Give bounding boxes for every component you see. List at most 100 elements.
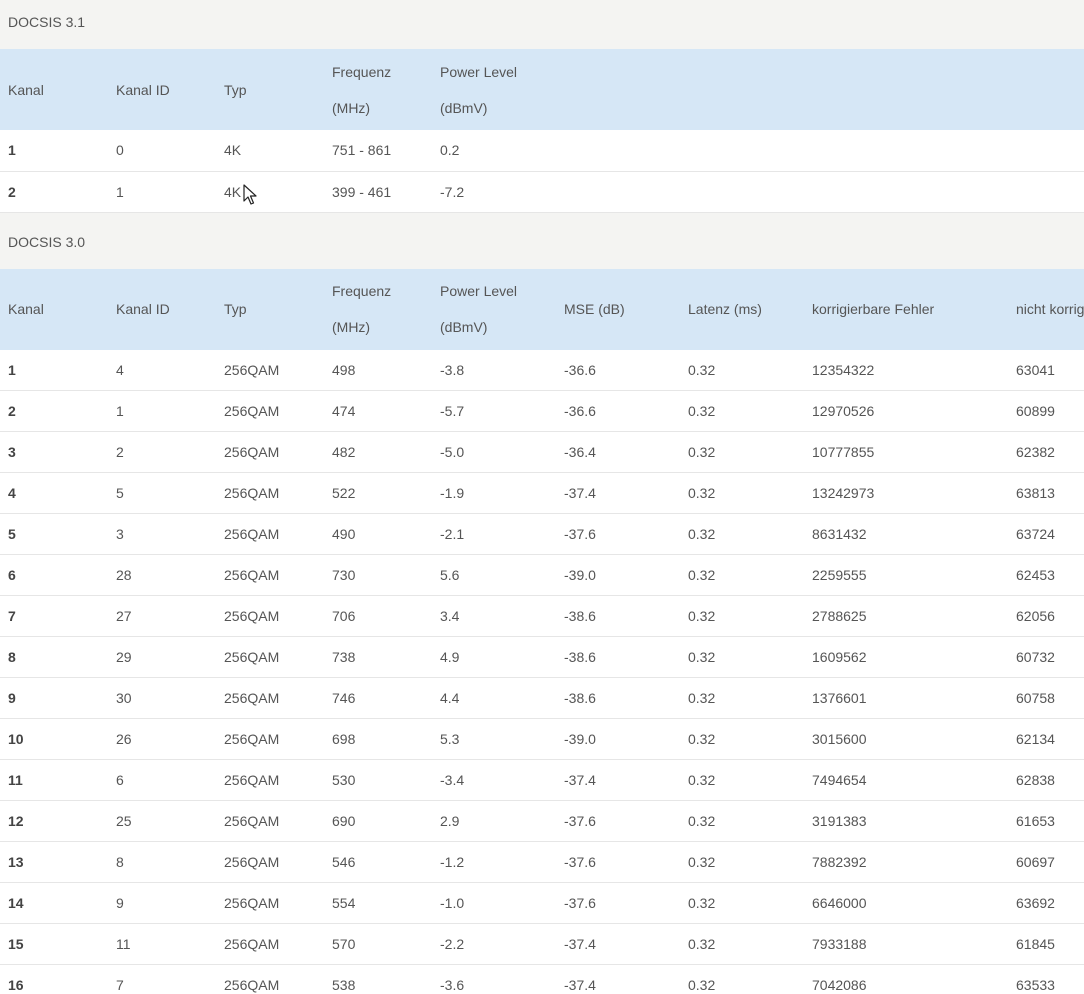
cell-nicht-korrigierbare-fehler: 61653: [1016, 813, 1055, 829]
cell-frequenz: 706: [332, 608, 356, 624]
cell-power-level: 4.4: [440, 690, 460, 706]
cell-korrigierbare-fehler: 6646000: [812, 895, 867, 911]
cell-kanal: 16: [8, 977, 24, 993]
cell-empty: [804, 171, 1008, 212]
cell-latenz: 0.32: [688, 977, 716, 993]
table-row: 16 7 256QAM 538 -3.6 -37.4 0.32 7042086 63533: [0, 965, 1084, 994]
col-frequenz-line1: Frequenz: [332, 63, 392, 80]
cell-typ: 256QAM: [224, 567, 280, 583]
cell-mse: -39.0: [564, 567, 596, 583]
table-row: 12 25 256QAM 690 2.9 -37.6 0.32 3191383 61653: [0, 801, 1084, 842]
cell-kanal: 7: [8, 608, 16, 624]
cell-nicht-korrigierbare-fehler: 63041: [1016, 361, 1055, 378]
cell-nicht-korrigierbare-fehler: 60899: [1016, 403, 1055, 419]
col-frequenz-line2: (MHz): [332, 319, 371, 335]
cell-kanal-id: 9: [116, 895, 124, 911]
cell-frequenz: 730: [332, 567, 356, 583]
cell-korrigierbare-fehler: 2788625: [812, 608, 867, 624]
docsis30-header-row: Kanal Kanal ID Typ Frequenz (MHz) Power L…: [0, 268, 1084, 350]
cell-latenz: 0.32: [688, 649, 716, 665]
col-empty: [680, 49, 804, 130]
cell-nicht-korrigierbare-fehler: 62382: [1016, 444, 1055, 460]
cell-mse: -37.6: [564, 895, 596, 911]
cell-kanal: 13: [8, 854, 24, 870]
cell-nicht-korrigierbare-fehler: 60697: [1016, 854, 1055, 870]
cell-kanal-id: 1: [116, 403, 124, 419]
cell-kanal-id: 27: [116, 608, 132, 624]
cell-frequenz: 482: [332, 444, 356, 460]
table-row: 1 0 4K 751 - 861 0.2: [0, 130, 1084, 171]
cell-latenz: 0.32: [688, 772, 716, 788]
cell-mse: -36.4: [564, 444, 596, 460]
cell-korrigierbare-fehler: 1609562: [812, 649, 867, 665]
mouse-pointer-icon: [243, 184, 257, 205]
cell-kanal-id: 3: [116, 526, 124, 542]
cell-kanal-id: 26: [116, 731, 132, 747]
cell-latenz: 0.32: [688, 403, 716, 419]
cell-empty: [1008, 130, 1084, 171]
cell-frequenz: 698: [332, 731, 356, 747]
cell-mse: -37.4: [564, 977, 596, 993]
cell-latenz: 0.32: [688, 854, 716, 870]
cell-kanal-id: 7: [116, 977, 124, 993]
cell-frequenz: 498: [332, 361, 356, 378]
cell-power-level: 5.6: [440, 567, 460, 583]
cell-typ: 256QAM: [224, 977, 280, 993]
table-row: 7 27 256QAM 706 3.4 -38.6 0.32 2788625 62056: [0, 596, 1084, 637]
col-nicht-korrigierbare-fehler: nicht korrigierbare Fehler: [1016, 301, 1084, 317]
cell-kanal: 6: [8, 567, 16, 583]
cell-empty: [556, 171, 680, 212]
cell-frequenz: 554: [332, 895, 356, 911]
col-mse: MSE (dB): [564, 301, 625, 317]
table-row: 4 5 256QAM 522 -1.9 -37.4 0.32 13242973 63813: [0, 473, 1084, 514]
cell-kanal-id: 2: [116, 444, 124, 460]
cell-empty: [1008, 171, 1084, 212]
cell-typ: 256QAM: [224, 813, 280, 829]
cell-power-level: 0.2: [440, 142, 460, 159]
cell-frequenz: 399 - 461: [332, 183, 392, 200]
col-kanal-id: Kanal ID: [116, 301, 170, 317]
cell-mse: -38.6: [564, 608, 596, 624]
docsis30-table: Kanal Kanal ID Typ Frequenz (MHz) Power L…: [0, 268, 1084, 994]
cell-power-level: -1.9: [440, 485, 465, 501]
cell-korrigierbare-fehler: 12354322: [812, 361, 875, 378]
table-row: 6 28 256QAM 730 5.6 -39.0 0.32 2259555 62453: [0, 555, 1084, 596]
col-kanal-id: Kanal ID: [116, 81, 170, 98]
cell-kanal: 11: [8, 772, 23, 788]
cell-power-level: -3.8: [440, 361, 465, 378]
table-row: 15 11 256QAM 570 -2.2 -37.4 0.32 7933188 61845: [0, 924, 1084, 965]
cell-kanal-id: 5: [116, 485, 124, 501]
cell-mse: -37.4: [564, 485, 596, 501]
cell-latenz: 0.32: [688, 526, 716, 542]
cell-kanal-id: 0: [116, 142, 124, 159]
cell-mse: -39.0: [564, 731, 596, 747]
table-row: 2 1 4K 399 - 461 -7.2: [0, 171, 1084, 212]
col-korrigierbare-fehler: korrigierbare Fehler: [812, 301, 935, 317]
cell-power-level: 2.9: [440, 813, 460, 829]
cell-mse: -37.6: [564, 813, 596, 829]
table-row: 11 6 256QAM 530 -3.4 -37.4 0.32 7494654 62838: [0, 760, 1084, 801]
cell-typ: 256QAM: [224, 608, 280, 624]
cell-nicht-korrigierbare-fehler: 63533: [1016, 977, 1055, 993]
cell-frequenz: 570: [332, 936, 356, 952]
cell-power-level: -7.2: [440, 183, 465, 200]
cell-nicht-korrigierbare-fehler: 63724: [1016, 526, 1055, 542]
col-power-level: Power Level (dBmV): [432, 49, 556, 130]
col-kanal: Kanal: [8, 301, 44, 317]
col-empty: [804, 49, 1008, 130]
cell-nicht-korrigierbare-fehler: 62838: [1016, 772, 1055, 788]
cell-typ: 4K: [224, 142, 242, 159]
cell-frequenz: 490: [332, 526, 356, 542]
cell-kanal-id: 28: [116, 567, 132, 583]
cell-empty: [680, 171, 804, 212]
cell-empty: [556, 130, 680, 171]
cell-typ: 256QAM: [224, 690, 280, 706]
cell-nicht-korrigierbare-fehler: 63692: [1016, 895, 1055, 911]
cell-korrigierbare-fehler: 2259555: [812, 567, 867, 583]
cell-latenz: 0.32: [688, 485, 716, 501]
cell-kanal-id: 1: [116, 183, 124, 200]
cell-kanal-id: 4: [116, 361, 124, 378]
docsis31-table: Kanal Kanal ID Typ Frequenz (MHz) Power L…: [0, 49, 1084, 213]
cell-power-level: -5.0: [440, 444, 465, 460]
cell-typ: 256QAM: [224, 444, 280, 460]
